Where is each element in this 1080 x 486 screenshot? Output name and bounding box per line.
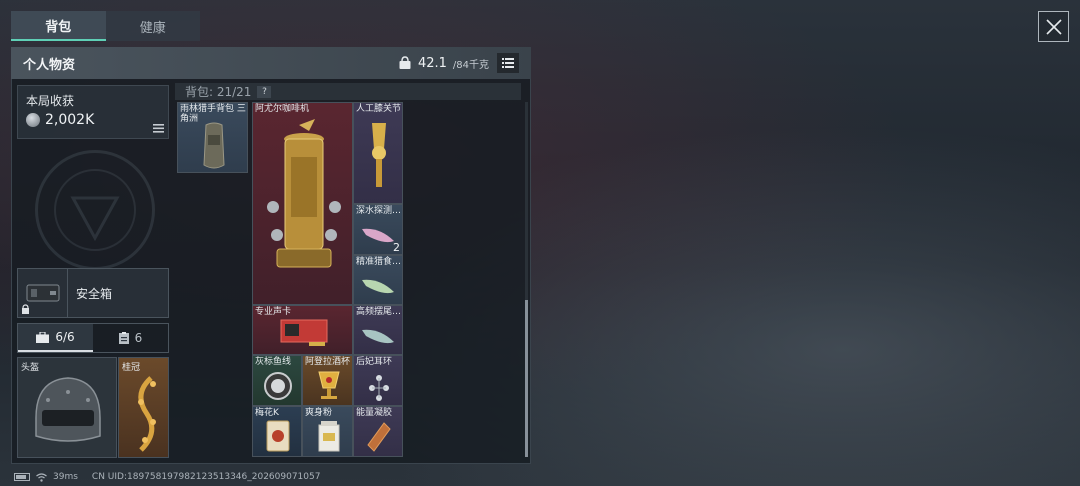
safe-box-slot[interactable]: 安全箱 — [17, 268, 169, 318]
list-icon — [502, 58, 514, 68]
clipboard-icon — [118, 332, 129, 344]
lock-icon — [22, 304, 29, 314]
equipment-tabs: 6/6 6 — [17, 323, 169, 353]
item-earrings[interactable]: 后妃耳环 — [353, 355, 403, 406]
close-icon — [1045, 18, 1062, 35]
backpack-icon — [203, 122, 225, 169]
tab-backpack[interactable]: 背包 — [11, 11, 106, 41]
safe-box-icon-cell — [18, 269, 68, 317]
item-body-powder[interactable]: 爽身粉 — [302, 406, 353, 457]
user-uid: CN UID:18975819798212351334​6_2026090710… — [91, 472, 321, 482]
item-name: 精准猎食… S — [356, 257, 402, 267]
harvest-value-row: 2,002K — [26, 112, 160, 128]
weight-display: 42.1/84千克 — [398, 56, 489, 71]
sound-card-icon — [280, 319, 328, 346]
coffee-machine-icon — [267, 119, 341, 268]
supplies-count: 6 — [134, 331, 143, 345]
item-name: 深水探测… S — [356, 206, 402, 216]
item-name: 梅花K — [255, 408, 279, 418]
item-name: 能量凝胶 — [356, 408, 393, 418]
battery-icon — [14, 473, 30, 481]
harvest-label: 本局收获 — [26, 94, 75, 108]
item-coffee-machine[interactable]: 阿尤尔咖啡机 — [252, 102, 353, 305]
safe-box-label: 安全箱 — [76, 286, 113, 301]
list-icon — [153, 124, 164, 133]
tab-health[interactable]: 健康 — [106, 11, 201, 41]
item-name: 爽身粉 — [305, 408, 333, 418]
top-tabs: 背包 健康 — [11, 11, 200, 41]
item-name: 后妃耳环 — [356, 357, 393, 367]
weight-icon — [399, 56, 411, 69]
briefcase-icon — [36, 331, 50, 343]
close-button[interactable] — [1038, 11, 1069, 42]
backpack-header: 背包: 21/21 ? — [175, 83, 521, 100]
wine-cup-icon — [318, 371, 340, 399]
tab-equipment[interactable]: 6/6 — [18, 324, 93, 352]
playing-card-icon — [266, 420, 290, 452]
panel-header: 个人物资 42.1/84千克 — [11, 47, 531, 79]
knee-joint-icon — [372, 123, 386, 187]
item-count: 2 — [393, 241, 400, 254]
laurel-crown-icon — [138, 376, 156, 452]
safe-box-icon — [26, 284, 59, 302]
harvest-card[interactable]: 本局收获 2,002K — [17, 85, 169, 139]
item-name: 高频摆尾… A — [356, 307, 402, 317]
panel-title: 个人物资 — [23, 57, 76, 73]
item-wine-cup[interactable]: 阿登拉酒杯 — [302, 355, 353, 406]
sort-list-button[interactable] — [497, 53, 519, 73]
item-deep-water-lure[interactable]: 深水探测… S 2 — [353, 204, 403, 255]
backpack-capacity: 背包: 21/21 — [185, 85, 252, 99]
fishing-lure-icon — [362, 279, 394, 294]
help-icon[interactable]: ? — [257, 85, 272, 98]
earring-icon — [369, 375, 389, 401]
item-sound-card[interactable]: 专业声卡 — [252, 305, 353, 355]
faction-emblem — [35, 150, 155, 270]
weight-capacity: /84千克 — [452, 59, 489, 71]
item-fishing-line[interactable]: 灰标鱼线 — [252, 355, 302, 406]
helmet-slot[interactable]: 头盔 — [17, 357, 117, 458]
powder-tin-icon — [318, 421, 340, 452]
emblem-icon — [54, 169, 136, 251]
fishing-lure-icon — [362, 329, 394, 344]
item-precision-lure[interactable]: 精准猎食… S — [353, 255, 403, 305]
harvest-value: 2,002K — [45, 112, 95, 128]
crown-label: 桂冠 — [122, 363, 141, 373]
item-name: 阿登拉酒杯 — [305, 357, 351, 367]
equipment-count: 6/6 — [55, 330, 75, 344]
fishing-line-spool-icon — [264, 372, 292, 400]
weight-value: 42.1 — [417, 55, 447, 71]
helmet-icon — [35, 377, 101, 442]
item-plum-k[interactable]: 梅花K — [252, 406, 302, 457]
item-high-freq-lure[interactable]: 高频摆尾… A — [353, 305, 403, 355]
status-bar: 39ms CN UID:18975819798212351334​6_20260… — [14, 472, 320, 482]
item-energy-gel[interactable]: 能量凝胶 — [353, 406, 403, 457]
energy-gel-icon — [367, 422, 391, 452]
item-name: 阿尤尔咖啡机 — [255, 104, 310, 114]
coin-icon — [26, 113, 40, 127]
crown-slot[interactable]: 桂冠 — [118, 357, 169, 458]
item-name: 人工膝关节 — [356, 104, 402, 114]
item-knee-joint[interactable]: 人工膝关节 — [353, 102, 403, 204]
item-name: 灰标鱼线 — [255, 357, 292, 367]
ping-value: 39ms — [53, 472, 78, 482]
item-rainforest-backpack[interactable]: 雨林猎手背包 三角洲 — [177, 102, 248, 173]
tab-supplies[interactable]: 6 — [93, 324, 168, 352]
wifi-icon — [36, 472, 47, 482]
scrollbar-thumb[interactable] — [525, 300, 528, 457]
